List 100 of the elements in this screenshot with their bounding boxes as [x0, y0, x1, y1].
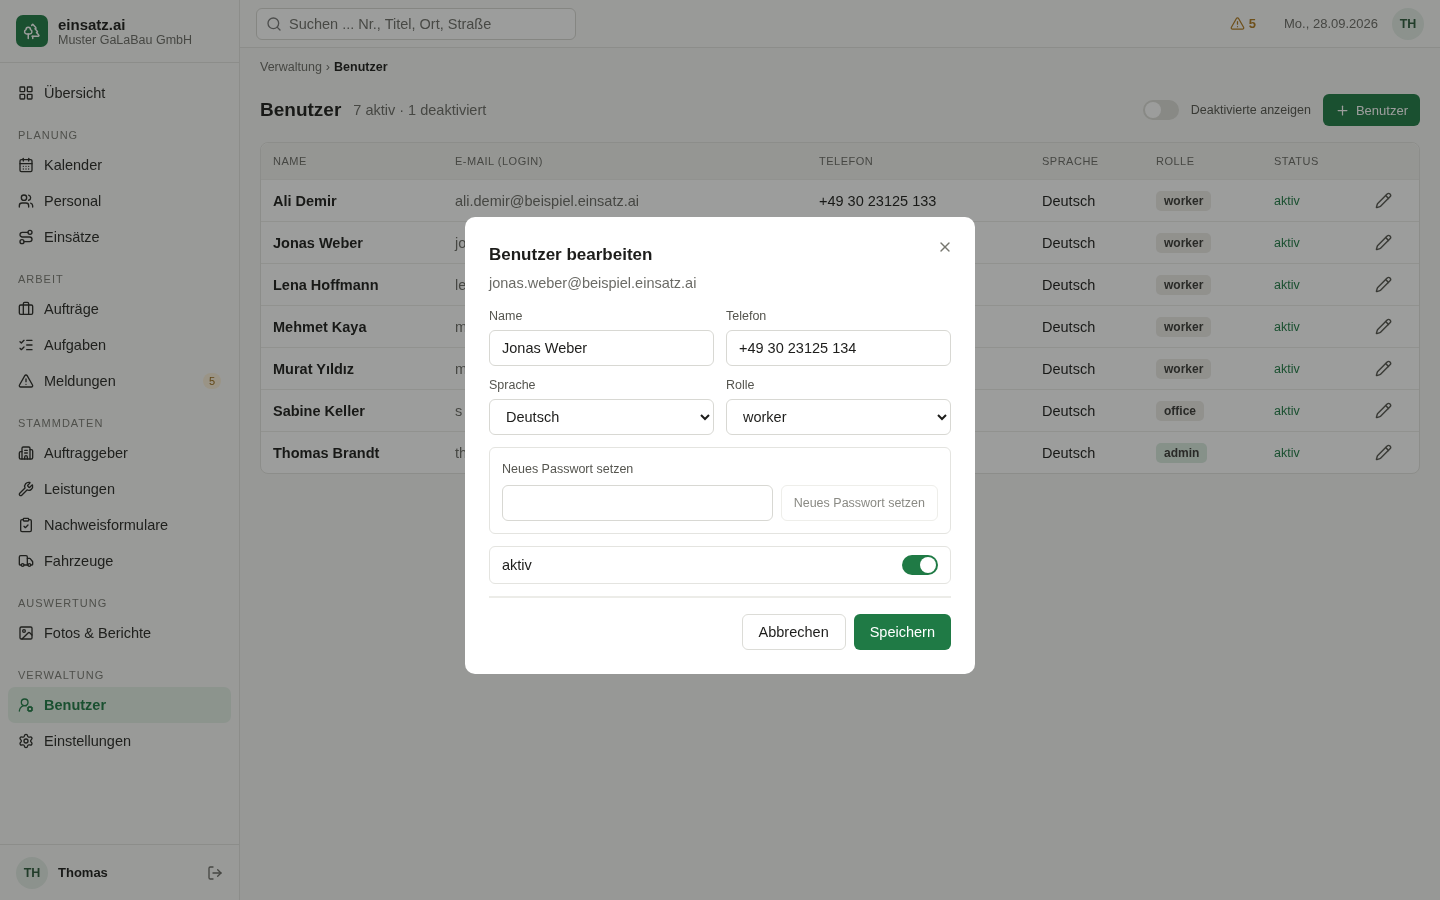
warning-icon [18, 373, 34, 389]
email-cell: le [455, 276, 467, 293]
breadcrumb-separator: › [325, 60, 331, 74]
nav-item[interactable]: Personal [8, 183, 231, 219]
page-title: Benutzer [260, 99, 342, 121]
nav-label: Übersicht [44, 85, 107, 101]
cancel-button[interactable]: Abbrechen [741, 614, 846, 650]
nav-label: Einsätze [44, 229, 101, 245]
truck-icon [18, 553, 34, 569]
role-tag: worker [1156, 232, 1212, 253]
nav-label: Meldungen [44, 373, 117, 389]
search-icon [266, 15, 282, 32]
nav-item[interactable]: Nachweisformulare [8, 507, 231, 543]
nav-item[interactable]: Leistungen [8, 471, 231, 507]
column-header: NAME [273, 155, 308, 167]
language-cell: Deutsch [1042, 402, 1096, 419]
logo-icon [16, 15, 48, 47]
name-cell-text: Ali Demir [273, 192, 338, 209]
status-text: aktiv [1274, 445, 1301, 460]
user-avatar: TH [16, 856, 48, 889]
nav-label: Fotos & Berichte [44, 625, 153, 641]
active-toggle[interactable] [902, 555, 938, 575]
count-badge: 5 [202, 373, 221, 389]
name-cell-text: Thomas Brandt [273, 444, 381, 461]
nav-item[interactable]: Auftraggeber [8, 435, 231, 471]
nav-section-title: AUSWERTUNG [17, 596, 109, 611]
nav-item[interactable]: Fotos & Berichte [8, 615, 231, 651]
search-field[interactable]: Suchen ... Nr., Titel, Ort, Straße [256, 7, 576, 40]
users-icon [18, 193, 34, 209]
user-avatar[interactable]: TH [1392, 7, 1424, 40]
nav-section-title: PLANUNG [17, 128, 80, 143]
role-tag: worker [1156, 316, 1212, 337]
nav-item[interactable]: Meldungen 5 [8, 363, 231, 399]
nav-section-title: ARBEIT [17, 272, 65, 287]
nav-label: Fahrzeuge [44, 553, 115, 569]
status-text: aktiv [1274, 277, 1301, 292]
nav-item[interactable]: Aufgaben [8, 327, 231, 363]
column-header: ROLLE [1156, 155, 1196, 167]
nav-item[interactable]: Fahrzeuge [8, 543, 231, 579]
name-cell-text: Jonas Weber [273, 234, 364, 251]
nav-label: Aufgaben [44, 337, 108, 353]
briefcase-icon [18, 301, 34, 317]
status-text: aktiv [1274, 403, 1301, 418]
edit-button[interactable] [1375, 275, 1393, 294]
add-user-button[interactable]: Benutzer [1322, 94, 1420, 126]
nav-label: Einstellungen [44, 733, 133, 749]
active-label: aktiv [502, 557, 533, 573]
nav-item[interactable]: Einsätze [8, 219, 231, 255]
set-password-button[interactable]: Neues Passwort setzen [780, 485, 938, 521]
language-cell: Deutsch [1042, 276, 1096, 293]
name-cell-text: Sabine Keller [273, 402, 366, 419]
language-cell: Deutsch [1042, 318, 1096, 335]
language-select[interactable]: Deutsch [489, 399, 714, 435]
clipboard-icon [18, 517, 34, 533]
user-summary: 7 aktiv · 1 deaktiviert [353, 102, 488, 118]
nav-item[interactable]: Einstellungen [8, 723, 231, 759]
column-header: SPRACHE [1042, 155, 1100, 167]
phone-input[interactable]: +49 30 23125 134 [726, 330, 951, 366]
name-cell-text: Mehmet Kaya [273, 318, 368, 335]
nav-item[interactable]: Benutzer [8, 687, 231, 723]
language-cell: Deutsch [1042, 234, 1096, 251]
brand-name: einsatz.ai [58, 15, 127, 33]
wrench-icon [18, 481, 34, 497]
role-tag: admin [1156, 442, 1208, 463]
user-gear-icon [18, 697, 34, 713]
breadcrumb-link[interactable]: Verwaltung [260, 60, 322, 74]
language-cell: Deutsch [1042, 192, 1096, 209]
name-input[interactable]: Jonas Weber [489, 330, 714, 366]
edit-button[interactable] [1375, 233, 1393, 252]
image-icon [18, 625, 34, 641]
password-input[interactable] [502, 485, 773, 521]
save-button[interactable]: Speichern [853, 614, 951, 650]
plus-icon [1334, 102, 1350, 118]
route-icon [18, 229, 34, 245]
nav-label: Benutzer [44, 697, 108, 713]
edit-button[interactable] [1375, 401, 1393, 420]
email-cell: ali.demir@beispiel.einsatz.ai [455, 192, 639, 209]
edit-button[interactable] [1375, 191, 1393, 210]
nav-item[interactable]: Aufträge [8, 291, 231, 327]
nav-label: Leistungen [44, 481, 116, 497]
grid-icon [18, 85, 34, 101]
role-select[interactable]: worker [726, 399, 951, 435]
field-label: Sprache [489, 378, 537, 392]
nav-item[interactable]: Übersicht [8, 75, 231, 111]
edit-button[interactable] [1375, 317, 1393, 336]
nav-label: Auftraggeber [44, 445, 129, 461]
role-tag: worker [1156, 190, 1212, 211]
role-tag: office [1156, 400, 1204, 421]
nav-label: Personal [44, 193, 103, 209]
status-text: aktiv [1274, 235, 1301, 250]
logout-icon[interactable] [207, 864, 223, 881]
phone-cell: +49 30 23125 133 [819, 192, 937, 209]
nav-item[interactable]: Kalender [8, 147, 231, 183]
field-label: Rolle [726, 378, 756, 392]
name-cell-text: Lena Hoffmann [273, 276, 380, 293]
dialog-subtitle: jonas.weber@beispiel.einsatz.ai [489, 275, 697, 291]
breadcrumb-current: Benutzer [334, 60, 388, 74]
edit-button[interactable] [1375, 443, 1393, 462]
calendar-icon [18, 157, 34, 173]
edit-button[interactable] [1375, 359, 1393, 378]
